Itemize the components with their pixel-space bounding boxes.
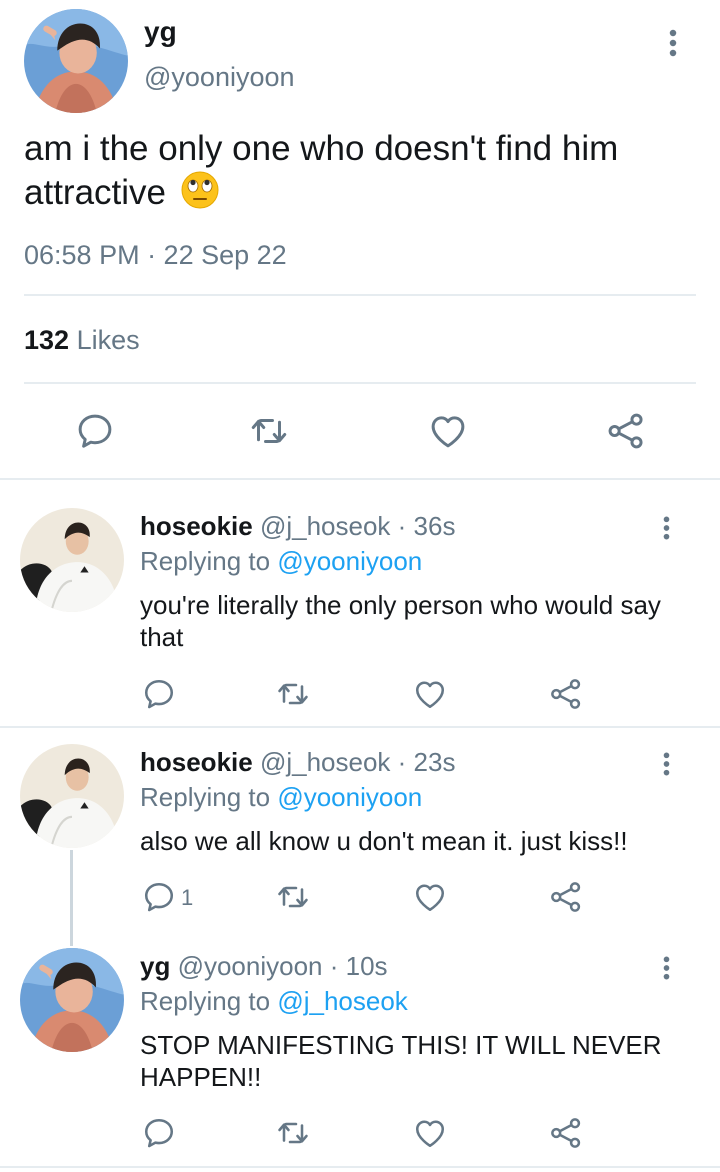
heart-icon [412,879,448,915]
reply-icon [141,1115,177,1151]
like-button[interactable] [412,676,448,712]
user-avatar-photo [20,948,124,1052]
likes-count: 132 [24,325,70,355]
reply-text: you're literally the only person who wou… [140,590,661,652]
share-icon [548,1115,584,1151]
reply-button[interactable] [74,410,116,452]
reply-button[interactable] [141,676,177,712]
share-button[interactable] [605,410,647,452]
replying-to: Replying to @yooniyoon [140,782,422,813]
replying-to: Replying to @yooniyoon [140,546,422,577]
replying-to-prefix: Replying to [140,546,271,576]
tweet-text-body: am i the only one who doesn't find him a… [24,129,619,212]
reply-header: hoseokie @j_hoseok · 36s [140,511,455,542]
retweet-button[interactable] [248,410,290,452]
retweet-button[interactable] [275,879,311,915]
share-button[interactable] [548,879,584,915]
like-button[interactable] [412,1115,448,1151]
retweet-icon [275,1115,311,1151]
reply-icon [74,410,116,452]
tweet-timestamp[interactable]: 06:58 PM · 22 Sep 22 [24,240,287,271]
divider [0,1166,720,1168]
avatar[interactable] [20,508,124,612]
likes-summary[interactable]: 132 Likes [24,325,140,356]
avatar[interactable] [20,948,124,1052]
divider [0,726,720,728]
reply-age: · 23s [397,747,456,777]
reply-icon [141,879,177,915]
reply-text: STOP MANIFESTING THIS! IT WILL NEVER HAP… [140,1030,662,1092]
share-button[interactable] [548,1115,584,1151]
reply-author-handle[interactable]: @yooniyoon [178,951,323,981]
avatar[interactable] [20,744,124,848]
reply-author-name[interactable]: yg [140,951,170,981]
replying-to-prefix: Replying to [140,986,271,1016]
reply-button[interactable] [141,1115,177,1151]
reply-author-handle[interactable]: @j_hoseok [260,511,390,541]
heart-icon [412,676,448,712]
replying-to-handle[interactable]: @yooniyoon [277,782,422,812]
reply-author-handle[interactable]: @j_hoseok [260,747,390,777]
divider [24,382,696,384]
like-button[interactable] [412,879,448,915]
heart-icon [427,410,469,452]
reply-count: 1 [181,885,194,910]
reply-text: also we all know u don't mean it. just k… [140,826,628,856]
user-avatar-photo [24,9,128,113]
reply-author-name[interactable]: hoseokie [140,511,253,541]
reply-age: · 10s [329,951,388,981]
author-handle[interactable]: @yooniyoon [144,62,295,93]
avatar[interactable] [24,9,128,113]
replying-to: Replying to @j_hoseok [140,986,408,1017]
reply-header: yg @yooniyoon · 10s [140,951,388,982]
divider [0,478,720,480]
share-icon [548,676,584,712]
replying-to-handle[interactable]: @j_hoseok [277,986,407,1016]
more-options-icon[interactable] [668,28,678,58]
reply-header: hoseokie @j_hoseok · 23s [140,747,455,778]
more-options-icon[interactable] [662,515,671,541]
more-options-icon[interactable] [662,955,671,981]
share-button[interactable] [548,676,584,712]
retweet-button[interactable] [275,1115,311,1151]
retweet-button[interactable] [275,676,311,712]
face-with-rolling-eyes-emoji-icon [180,170,220,220]
share-icon [548,879,584,915]
reply-icon [141,676,177,712]
retweet-icon [248,410,290,452]
like-button[interactable] [427,410,469,452]
user-avatar-photo [20,744,124,848]
user-avatar-photo [20,508,124,612]
reply-button[interactable] [141,879,177,915]
thread-connector [70,850,73,946]
reply-age: · 36s [397,511,456,541]
likes-label: Likes [76,325,140,355]
share-icon [605,410,647,452]
author-name[interactable]: yg [144,16,177,48]
retweet-icon [275,879,311,915]
tweet-text: am i the only one who doesn't find him a… [24,128,684,220]
more-options-icon[interactable] [662,751,671,777]
replying-to-handle[interactable]: @yooniyoon [277,546,422,576]
replying-to-prefix: Replying to [140,782,271,812]
divider [24,294,696,296]
reply-author-name[interactable]: hoseokie [140,747,253,777]
heart-icon [412,1115,448,1151]
retweet-icon [275,676,311,712]
